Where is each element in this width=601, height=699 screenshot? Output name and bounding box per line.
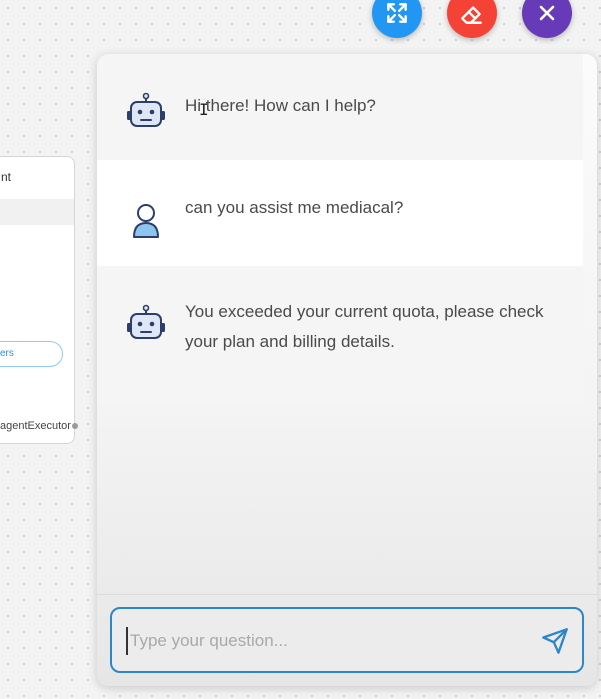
- clear-chat-button[interactable]: [447, 0, 497, 38]
- bot-message-text: Hi there! How can I help?: [185, 96, 376, 115]
- node-input-pill[interactable]: ers: [0, 341, 63, 367]
- robot-icon: [127, 304, 165, 339]
- message-list: Hi there! How can I help? can you assist…: [97, 54, 583, 402]
- send-icon: [542, 628, 568, 654]
- user-message-text: can you assist me mediacal?: [185, 198, 404, 217]
- bot-message-text: You exceeded your current quota, please …: [185, 302, 544, 351]
- node-output-label: agentExecutor: [0, 420, 71, 432]
- question-input[interactable]: [126, 627, 522, 655]
- chat-panel: Hi there! How can I help? can you assist…: [97, 54, 597, 686]
- node-output-handle[interactable]: [72, 423, 78, 429]
- bot-message: Hi there! How can I help?: [97, 54, 583, 160]
- flow-node-card[interactable]: nt ers: [0, 156, 75, 444]
- node-pill-label: ers: [0, 348, 14, 359]
- close-icon: [539, 5, 555, 21]
- close-chat-button[interactable]: [522, 0, 572, 38]
- eraser-icon: [461, 6, 482, 24]
- bot-message: You exceeded your current quota, please …: [97, 266, 583, 402]
- node-title: nt: [1, 170, 12, 184]
- robot-icon: [127, 92, 165, 127]
- send-button[interactable]: [540, 626, 570, 656]
- question-input-box[interactable]: [110, 607, 584, 673]
- input-divider: [97, 594, 597, 595]
- user-message: can you assist me mediacal?: [97, 160, 583, 266]
- expand-button[interactable]: [372, 0, 422, 38]
- user-icon: [133, 204, 159, 238]
- node-section-band: [0, 199, 74, 225]
- expand-icon: [387, 3, 407, 23]
